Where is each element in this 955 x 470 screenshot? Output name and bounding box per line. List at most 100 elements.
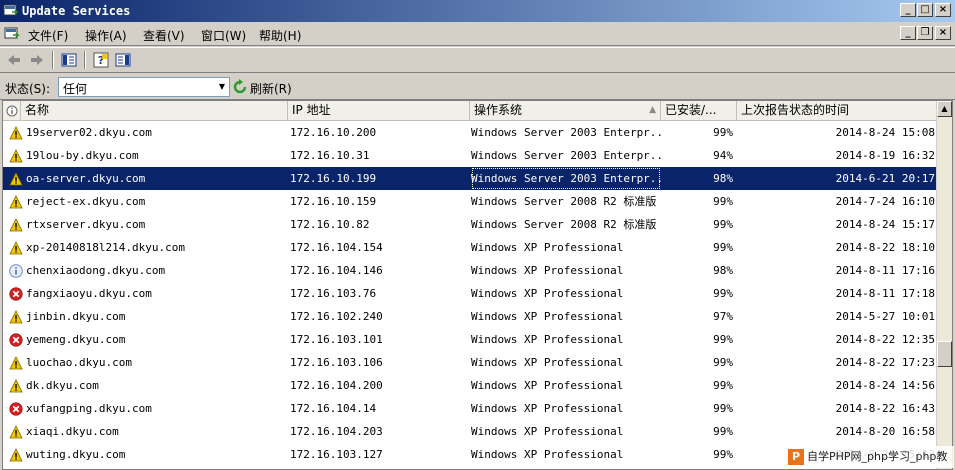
table-row[interactable]: 19server02.dkyu.com 172.16.10.200 Windows … — [3, 121, 938, 144]
error-icon — [9, 286, 23, 301]
status-column-header[interactable] — [3, 101, 21, 121]
computer-name: chenxiaodong.dkyu.com — [26, 264, 166, 277]
mdi-close-button[interactable]: × — [935, 26, 951, 40]
menu-bar: 文件(F) 操作(A) 查看(V) 窗口(W) 帮助(H) _ ❐ × — [0, 22, 955, 46]
minimize-button[interactable]: _ — [900, 3, 916, 17]
cell-name: yemeng.dkyu.com — [6, 328, 288, 351]
toolbar-separator — [84, 51, 86, 69]
cell-ip: 172.16.104.14 — [290, 402, 377, 415]
column-header-os-label: 操作系统 — [474, 103, 523, 117]
table-row[interactable]: xiaqi.dkyu.com 172.16.104.203 Windows XP P… — [3, 420, 938, 443]
column-header-os[interactable]: 操作系统 ▲ — [470, 101, 661, 121]
warning-icon — [9, 378, 23, 393]
cell-last-report: 2014-8-20 16:58 — [835, 425, 935, 438]
cell-os: Windows Server 2003 Enterpr... — [471, 167, 661, 190]
cell-ip: 172.16.104.154 — [290, 241, 383, 254]
computer-name: xiaqi.dkyu.com — [26, 425, 119, 438]
cell-name: reject-ex.dkyu.com — [6, 190, 288, 213]
sort-ascending-icon: ▲ — [649, 105, 656, 115]
mdi-restore-button[interactable]: ❐ — [917, 26, 933, 40]
cell-os: Windows XP Professional — [471, 333, 624, 346]
mdi-minimize-button[interactable]: _ — [900, 26, 916, 40]
table-row[interactable]: oa-server.dkyu.com 172.16.10.199 Windows S… — [3, 167, 938, 190]
column-header-ip[interactable]: IP 地址 — [288, 101, 470, 121]
scroll-up-button[interactable]: ▲ — [937, 101, 952, 117]
show-action-pane-icon[interactable] — [114, 52, 132, 68]
menu-action[interactable]: 操作(A) — [85, 27, 127, 44]
cell-os: Windows Server 2003 Enterpr... — [471, 149, 661, 162]
menu-file[interactable]: 文件(F) — [28, 27, 68, 44]
cell-installed: 98% — [713, 264, 733, 277]
menu-window[interactable]: 窗口(W) — [201, 27, 246, 44]
update-services-icon — [3, 4, 19, 16]
toolbar: ? — [0, 47, 955, 73]
cell-installed: 99% — [713, 402, 733, 415]
cell-last-report: 2014-7-24 16:10 — [835, 195, 935, 208]
computer-name: rtxserver.dkyu.com — [26, 218, 146, 231]
cell-installed: 99% — [713, 218, 733, 231]
cell-os: Windows Server 2008 R2 标准版 — [471, 195, 657, 208]
cell-os: Windows Server 2008 R2 标准版 — [471, 218, 657, 231]
cell-installed: 94% — [713, 149, 733, 162]
menu-view[interactable]: 查看(V) — [143, 27, 185, 44]
cell-ip: 172.16.10.199 — [290, 172, 377, 185]
warning-icon — [9, 424, 23, 439]
warning-icon — [9, 171, 23, 186]
table-row[interactable]: xp-20140818l214.dkyu.com 172.16.104.154 Wi… — [3, 236, 938, 259]
cell-ip: 172.16.103.101 — [290, 333, 383, 346]
table-row[interactable]: rtxserver.dkyu.com 172.16.10.82 Windows Se… — [3, 213, 938, 236]
list-header: 名称 IP 地址 操作系统 ▲ 已安装/... 上次报告状态的时间 — [3, 101, 938, 121]
table-row[interactable]: reject-ex.dkyu.com 172.16.10.159 Windows S… — [3, 190, 938, 213]
cell-ip: 172.16.102.240 — [290, 310, 383, 323]
cell-last-report: 2014-8-22 17:23 — [835, 356, 935, 369]
table-row[interactable]: yemeng.dkyu.com 172.16.103.101 Windows XP … — [3, 328, 938, 351]
status-filter-value: 任何 — [63, 82, 88, 96]
computer-name: reject-ex.dkyu.com — [26, 195, 146, 208]
column-header-last-report[interactable]: 上次报告状态的时间 — [737, 101, 938, 121]
chevron-down-icon[interactable]: ▼ — [215, 78, 229, 96]
help-icon[interactable]: ? — [92, 52, 110, 68]
table-row[interactable]: xufangping.dkyu.com 172.16.104.14 Windows … — [3, 397, 938, 420]
cell-os: Windows Server 2003 Enterpr... — [471, 126, 661, 139]
computer-list[interactable]: 名称 IP 地址 操作系统 ▲ 已安装/... 上次报告状态的时间 19serv… — [2, 100, 953, 470]
table-row[interactable]: fangxiaoyu.dkyu.com 172.16.103.76 Windows … — [3, 282, 938, 305]
console-icon[interactable] — [4, 26, 20, 42]
table-row[interactable]: dk.dkyu.com 172.16.104.200 Windows XP Prof… — [3, 374, 938, 397]
toolbar-separator — [52, 51, 54, 69]
vertical-scrollbar[interactable]: ▲ — [936, 101, 952, 469]
forward-arrow-icon[interactable] — [28, 52, 46, 68]
column-header-name[interactable]: 名称 — [21, 101, 288, 121]
table-row[interactable]: chenxiaodong.dkyu.com 172.16.104.146 Windo… — [3, 259, 938, 282]
table-row[interactable]: 19lou-by.dkyu.com 172.16.10.31 Windows Ser… — [3, 144, 938, 167]
cell-name: xiaqi.dkyu.com — [6, 420, 288, 443]
scroll-thumb[interactable] — [937, 341, 952, 367]
cell-ip: 172.16.103.76 — [290, 287, 377, 300]
info-icon — [6, 105, 18, 117]
title-bar[interactable]: Update Services _ □ × — [0, 0, 955, 22]
watermark-logo: P — [788, 449, 804, 465]
cell-last-report: 2014-8-11 17:16 — [835, 264, 935, 277]
cell-installed: 99% — [713, 195, 733, 208]
table-row[interactable]: jinbin.dkyu.com 172.16.102.240 Windows XP … — [3, 305, 938, 328]
cell-installed: 99% — [713, 126, 733, 139]
cell-name: fangxiaoyu.dkyu.com — [6, 282, 288, 305]
computer-name: xp-20140818l214.dkyu.com — [26, 241, 185, 254]
computer-name: jinbin.dkyu.com — [26, 310, 126, 323]
menu-help[interactable]: 帮助(H) — [259, 27, 301, 44]
maximize-button[interactable]: □ — [917, 3, 933, 17]
cell-ip: 172.16.10.159 — [290, 195, 377, 208]
cell-os: Windows XP Professional — [471, 287, 624, 300]
cell-name: 19lou-by.dkyu.com — [6, 144, 288, 167]
warning-icon — [9, 355, 23, 370]
status-filter-select[interactable]: 任何 ▼ — [58, 77, 230, 97]
computer-name: luochao.dkyu.com — [26, 356, 132, 369]
cell-ip: 172.16.103.127 — [290, 448, 383, 461]
cell-name: rtxserver.dkyu.com — [6, 213, 288, 236]
table-row[interactable]: luochao.dkyu.com 172.16.103.106 Windows XP… — [3, 351, 938, 374]
close-button[interactable]: × — [935, 3, 951, 17]
cell-os: Windows XP Professional — [471, 310, 624, 323]
column-header-installed[interactable]: 已安装/... — [661, 101, 737, 121]
show-hide-tree-icon[interactable] — [60, 52, 78, 68]
back-arrow-icon[interactable] — [5, 52, 23, 68]
cell-last-report: 2014-8-24 15:17 — [835, 218, 935, 231]
